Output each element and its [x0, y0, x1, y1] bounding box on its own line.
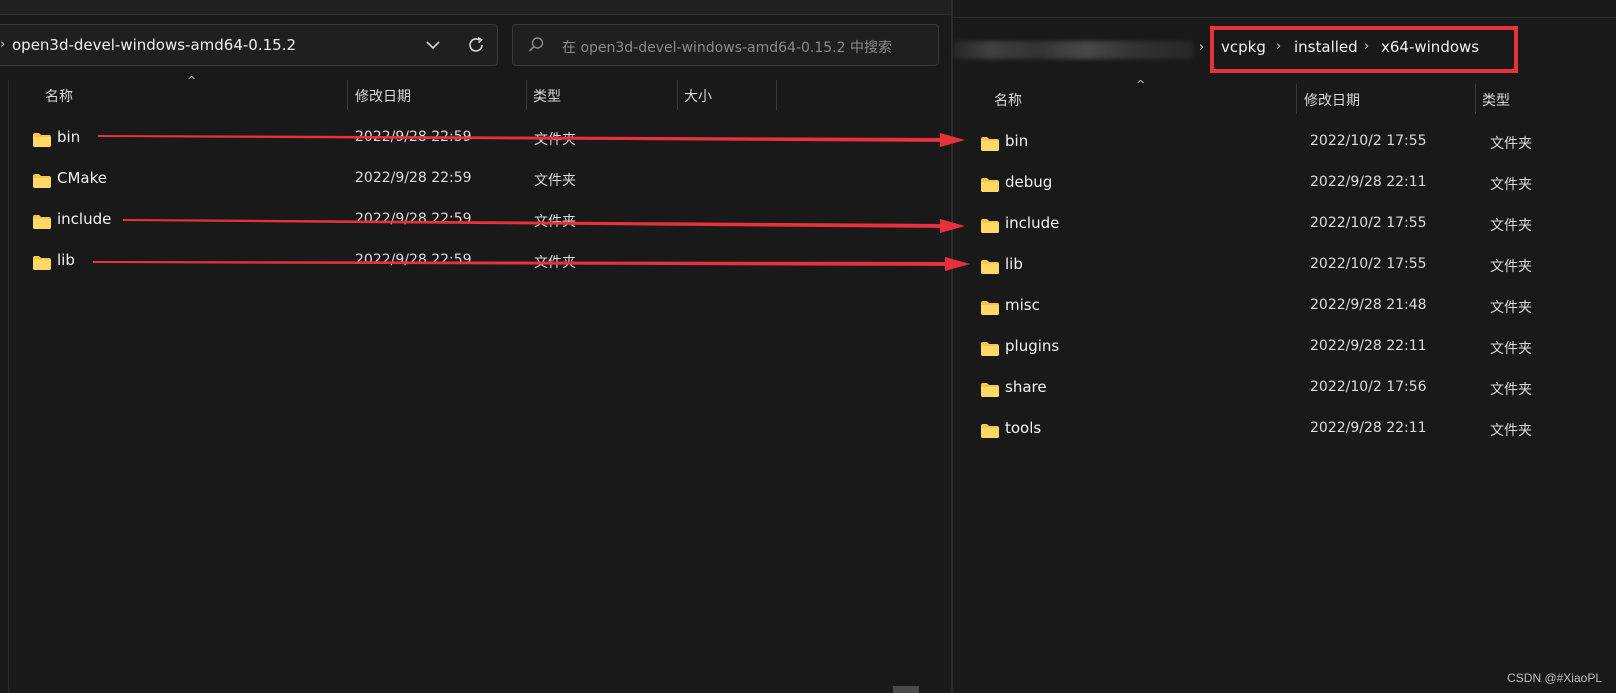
file-modified: 2022/9/28 22:11 [1310, 338, 1427, 354]
file-name: lib [1005, 255, 1023, 273]
file-name: debug [1005, 173, 1053, 191]
folder-icon [981, 383, 999, 397]
file-modified: 2022/9/28 22:11 [1310, 174, 1427, 190]
file-row[interactable]: plugins 2022/9/28 22:11 文件夹 [980, 335, 1600, 369]
file-modified: 2022/10/2 17:55 [1310, 256, 1427, 272]
file-type: 文件夹 [534, 132, 576, 148]
file-row[interactable]: lib 2022/9/28 22:59 文件夹 [32, 249, 732, 283]
folder-icon [981, 178, 999, 192]
file-modified: 2022/10/2 17:55 [1310, 133, 1427, 149]
watermark: CSDN @#XiaoPL [1507, 671, 1602, 685]
right-title-line [953, 17, 1616, 18]
folder-icon [33, 215, 51, 229]
breadcrumb-chevron-icon[interactable]: › [1199, 40, 1204, 55]
col-header-modified[interactable]: 修改日期 [1304, 90, 1360, 110]
file-row[interactable]: share 2022/10/2 17:56 文件夹 [980, 376, 1600, 410]
blurred-breadcrumb [953, 41, 1193, 59]
file-name: CMake [57, 169, 107, 187]
folder-icon [981, 301, 999, 315]
file-type: 文件夹 [1490, 259, 1532, 275]
column-separator[interactable] [526, 80, 527, 110]
file-modified: 2022/10/2 17:56 [1310, 379, 1427, 395]
sort-up-icon: ^ [1136, 78, 1146, 91]
file-name: plugins [1005, 337, 1060, 355]
file-type: 文件夹 [1490, 382, 1532, 398]
search-placeholder: 在 open3d-devel-windows-amd64-0.15.2 中搜索 [562, 40, 892, 56]
file-type: 文件夹 [1490, 218, 1532, 234]
left-explorer-window: › open3d-devel-windows-amd64-0.15.2 在 op… [0, 0, 951, 693]
left-address-path: open3d-devel-windows-amd64-0.15.2 [12, 36, 297, 54]
left-search-input[interactable]: 在 open3d-devel-windows-amd64-0.15.2 中搜索 [512, 24, 939, 66]
folder-icon [981, 219, 999, 233]
file-name: bin [1005, 132, 1029, 150]
column-separator[interactable] [677, 80, 678, 110]
file-type: 文件夹 [1490, 177, 1532, 193]
file-name: include [57, 210, 112, 228]
scrollbar-thumb[interactable] [893, 686, 919, 693]
folder-icon [981, 342, 999, 356]
file-modified: 2022/9/28 22:59 [355, 170, 472, 186]
file-row[interactable]: bin 2022/10/2 17:55 文件夹 [980, 130, 1600, 164]
file-name: include [1005, 214, 1060, 232]
search-icon [528, 37, 544, 52]
file-name: tools [1005, 419, 1042, 437]
file-type: 文件夹 [1490, 300, 1532, 316]
col-header-name[interactable]: 名称 [994, 90, 1022, 110]
col-header-size[interactable]: 大小 [684, 86, 712, 106]
file-row[interactable]: tools 2022/9/28 22:11 文件夹 [980, 417, 1600, 451]
file-row[interactable]: bin 2022/9/28 22:59 文件夹 [32, 126, 732, 160]
file-type: 文件夹 [534, 214, 576, 230]
breadcrumb-chevron-icon[interactable]: › [0, 37, 5, 52]
file-modified: 2022/9/28 22:59 [355, 129, 472, 145]
col-header-name[interactable]: 名称 [45, 86, 73, 106]
file-type: 文件夹 [1490, 136, 1532, 152]
column-separator[interactable] [1296, 84, 1297, 114]
file-modified: 2022/9/28 22:59 [355, 252, 472, 268]
folder-icon [33, 256, 51, 270]
folder-icon [981, 137, 999, 151]
file-row[interactable]: misc 2022/9/28 21:48 文件夹 [980, 294, 1600, 328]
column-separator[interactable] [776, 80, 777, 110]
file-name: lib [57, 251, 75, 269]
left-address-bar[interactable]: › open3d-devel-windows-amd64-0.15.2 [0, 24, 498, 66]
file-modified: 2022/9/28 21:48 [1310, 297, 1427, 313]
breadcrumb-highlight-box [1210, 26, 1518, 73]
col-header-modified[interactable]: 修改日期 [355, 86, 411, 106]
file-type: 文件夹 [534, 255, 576, 271]
file-name: bin [57, 128, 81, 146]
file-modified: 2022/9/28 22:59 [355, 211, 472, 227]
column-separator[interactable] [347, 80, 348, 110]
file-modified: 2022/10/2 17:55 [1310, 215, 1427, 231]
file-row[interactable]: include 2022/10/2 17:55 文件夹 [980, 212, 1600, 246]
folder-icon [981, 260, 999, 274]
left-title-strip [0, 0, 951, 15]
folder-icon [981, 424, 999, 438]
col-header-type[interactable]: 类型 [1482, 90, 1510, 110]
chevron-down-icon[interactable] [424, 36, 442, 54]
refresh-icon[interactable] [466, 35, 486, 55]
file-row[interactable]: debug 2022/9/28 22:11 文件夹 [980, 171, 1600, 205]
file-row[interactable]: lib 2022/10/2 17:55 文件夹 [980, 253, 1600, 287]
file-type: 文件夹 [534, 173, 576, 189]
right-explorer-window: › vcpkg › installed › x64-windows ^ 名称 修… [953, 0, 1616, 693]
file-name: share [1005, 378, 1047, 396]
col-header-type[interactable]: 类型 [533, 86, 561, 106]
file-modified: 2022/9/28 22:11 [1310, 420, 1427, 436]
file-row[interactable]: include 2022/9/28 22:59 文件夹 [32, 208, 732, 242]
folder-icon [33, 174, 51, 188]
file-row[interactable]: CMake 2022/9/28 22:59 文件夹 [32, 167, 732, 201]
file-type: 文件夹 [1490, 341, 1532, 357]
folder-icon [33, 133, 51, 147]
column-separator[interactable] [1475, 84, 1476, 114]
sort-up-icon: ^ [187, 74, 197, 87]
file-name: misc [1005, 296, 1040, 314]
left-gutter-line [8, 80, 9, 693]
file-type: 文件夹 [1490, 423, 1532, 439]
